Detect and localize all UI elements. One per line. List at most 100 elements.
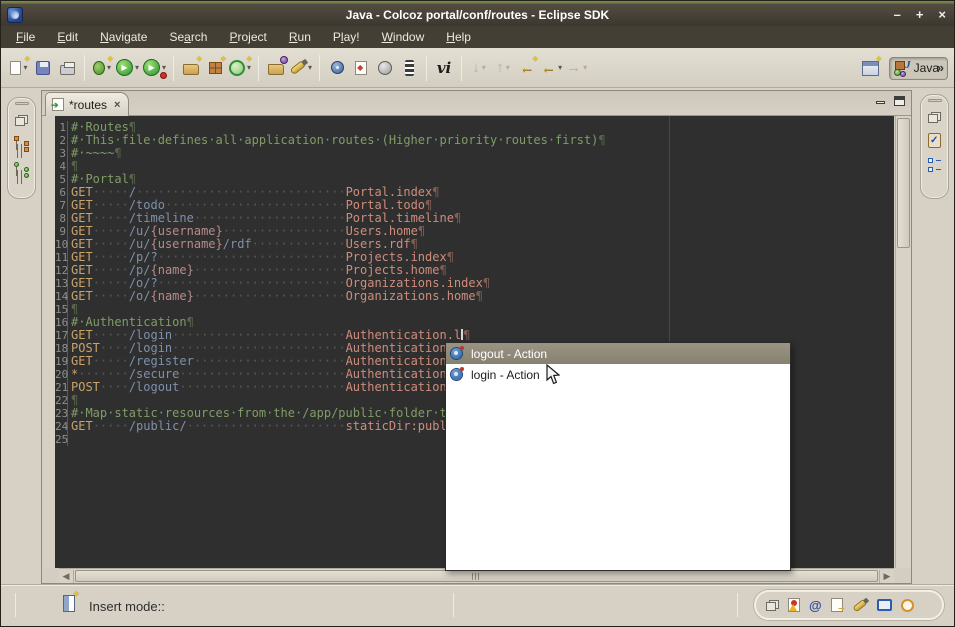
vertical-scrollbar-thumb[interactable]: [897, 118, 910, 248]
code-segment: GET: [71, 354, 93, 368]
code-segment: GET: [71, 328, 93, 342]
xml-file-button[interactable]: [349, 55, 373, 81]
vrapper-vi-toggle[interactable]: vi: [432, 55, 456, 81]
code-segment: GET: [71, 185, 93, 199]
status-bar: Insert mode:: @: [1, 584, 954, 624]
declaration-view-icon[interactable]: [831, 598, 843, 612]
console-view-icon[interactable]: [877, 599, 892, 611]
code-segment: ¶: [454, 211, 461, 225]
toolbar-separator: [258, 55, 259, 81]
code-segment: #·Authentication: [71, 315, 187, 329]
code-segment: ¶: [129, 172, 136, 186]
minimize-editor-icon[interactable]: [876, 101, 885, 104]
scroll-right-arrow[interactable]: ▶: [879, 570, 894, 583]
menu-item-run[interactable]: Run: [278, 27, 322, 47]
restore-views-icon[interactable]: [928, 112, 941, 123]
eclipse-window: Java - Colcoz portal/conf/routes - Eclip…: [0, 0, 955, 627]
code-line[interactable]: 2#·This·file·defines·all·application·rou…: [55, 134, 894, 147]
code-line[interactable]: 14GET·····/o/{name}·····················…: [55, 290, 894, 303]
toolbar-overflow-chevron[interactable]: »: [937, 60, 944, 75]
code-segment: ¶: [447, 250, 454, 264]
drag-handle[interactable]: [15, 102, 29, 105]
restore-views-icon[interactable]: [766, 600, 779, 611]
outline-view-icon[interactable]: [928, 158, 942, 174]
open-type-button[interactable]: [264, 55, 288, 81]
horizontal-scrollbar-thumb[interactable]: [75, 570, 878, 582]
previous-annotation-button[interactable]: ↑▾: [491, 55, 515, 81]
new-java-project-button[interactable]: ✦: [179, 55, 203, 81]
tab-close-icon[interactable]: ×: [114, 99, 120, 111]
column-ruler-button[interactable]: [397, 55, 421, 81]
code-segment: ·······················: [179, 380, 345, 394]
code-segment: /public/: [129, 419, 187, 433]
new-class-button[interactable]: ✦▾: [227, 55, 253, 81]
open-perspective-button[interactable]: ✦: [859, 55, 883, 81]
new-package-button[interactable]: ✦: [203, 55, 227, 81]
restore-views-icon[interactable]: [15, 115, 28, 126]
annotation-ruler[interactable]: [43, 116, 55, 568]
search-view-icon[interactable]: [852, 598, 867, 612]
line-number: 2: [55, 134, 68, 147]
maximize-button[interactable]: +: [916, 4, 924, 26]
title-bar[interactable]: Java - Colcoz portal/conf/routes - Eclip…: [1, 4, 954, 26]
line-number: 19: [55, 355, 68, 368]
next-annotation-button[interactable]: ↓▾: [467, 55, 491, 81]
action-icon: [450, 367, 465, 382]
code-segment: /o/?: [129, 276, 158, 290]
code-segment: ·····························: [136, 185, 346, 199]
fast-view-icon[interactable]: [63, 595, 75, 612]
menu-item-play[interactable]: Play!: [322, 27, 371, 47]
drag-handle[interactable]: [928, 99, 942, 102]
completion-item[interactable]: logout - Action: [446, 343, 790, 364]
menu-item-file[interactable]: File: [5, 27, 46, 47]
status-separator: [453, 593, 454, 617]
minimize-button[interactable]: –: [894, 4, 901, 26]
last-edit-location-button[interactable]: ←✦: [515, 55, 539, 81]
problems-view-icon[interactable]: [788, 598, 800, 612]
run-external-button[interactable]: ▶▾: [141, 55, 168, 81]
code-segment: #·~~~~: [71, 146, 114, 160]
close-button[interactable]: ×: [938, 4, 946, 26]
external-tools-gear-button[interactable]: [325, 55, 349, 81]
code-segment: ¶: [71, 393, 78, 407]
code-segment: ¶: [598, 133, 605, 147]
menu-item-help[interactable]: Help: [435, 27, 482, 47]
debug-button[interactable]: ✦▾: [90, 55, 114, 81]
menu-item-project[interactable]: Project: [218, 27, 277, 47]
code-segment: POST: [71, 380, 100, 394]
run-button[interactable]: ▶▾: [114, 55, 141, 81]
menu-item-window[interactable]: Window: [371, 27, 436, 47]
type-hierarchy-icon[interactable]: [14, 162, 29, 178]
code-line[interactable]: 4¶: [55, 160, 894, 173]
maximize-editor-icon[interactable]: [894, 96, 905, 106]
tasks-view-icon[interactable]: [928, 133, 941, 148]
new-wizard-button[interactable]: ✦▾: [7, 55, 31, 81]
search-button[interactable]: ▾: [288, 55, 314, 81]
tab-routes[interactable]: *routes ×: [45, 92, 129, 116]
menu-item-search[interactable]: Search: [158, 27, 218, 47]
scroll-left-arrow[interactable]: ◀: [59, 570, 74, 583]
code-segment: ¶: [129, 120, 136, 134]
toolbar-separator: [426, 55, 427, 81]
code-segment: ····: [100, 380, 129, 394]
code-segment: Users.rdf: [346, 237, 411, 251]
package-explorer-icon[interactable]: [14, 136, 29, 152]
save-button[interactable]: [31, 55, 55, 81]
code-segment: {name}: [151, 289, 194, 303]
print-button[interactable]: [55, 55, 79, 81]
java-perspective-label: Java: [914, 61, 939, 75]
menu-item-navigate[interactable]: Navigate: [89, 27, 158, 47]
vertical-scrollbar[interactable]: [895, 116, 911, 568]
web-browser-button[interactable]: [373, 55, 397, 81]
javadoc-view-icon[interactable]: @: [809, 598, 822, 613]
completion-item[interactable]: login - Action: [446, 364, 790, 385]
code-segment: Projects.index: [346, 250, 447, 264]
progress-view-icon[interactable]: [901, 599, 914, 612]
menu-item-edit[interactable]: Edit: [46, 27, 89, 47]
code-line[interactable]: 3#·~~~~¶: [55, 147, 894, 160]
back-button[interactable]: ←▾: [539, 55, 564, 81]
code-segment: ·····: [93, 419, 129, 433]
forward-button[interactable]: →▾: [564, 55, 589, 81]
code-segment: Authentication.: [346, 367, 454, 381]
code-segment: {username}: [151, 237, 223, 251]
